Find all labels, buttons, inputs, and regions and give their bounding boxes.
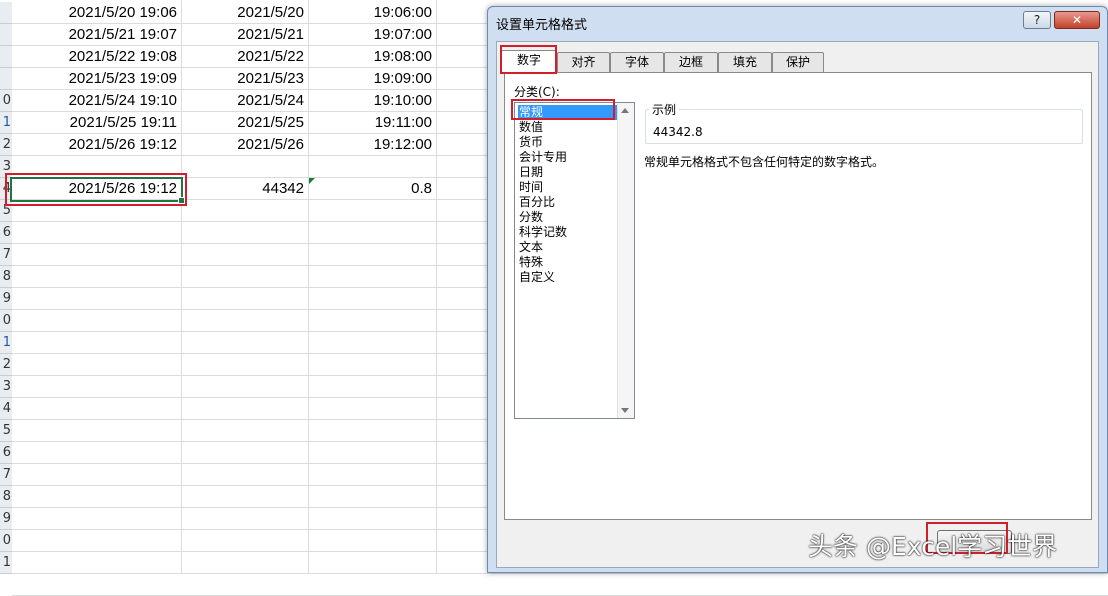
scroll-up-icon[interactable] [621, 108, 629, 113]
category-list[interactable]: 常规 数值 货币 会计专用 日期 时间 百分比 分数 科学记数 文本 特殊 自定义 [514, 102, 635, 419]
row-header[interactable]: 1 [0, 332, 12, 354]
row-header[interactable]: 0 [0, 90, 12, 112]
cell[interactable]: 2021/5/21 [182, 24, 308, 46]
help-button[interactable]: ? [1023, 11, 1051, 29]
cell[interactable]: 2021/5/23 [182, 68, 308, 90]
dialog-body: 数字 对齐 字体 边框 填充 保护 分类(C): 常规 数值 货币 会计专用 日期 时间 百分比 分数科… [496, 41, 1099, 568]
cell[interactable]: 19:11:00 [309, 112, 436, 134]
error-indicator-icon [309, 178, 315, 184]
cell[interactable]: 19:06:00 [309, 2, 436, 24]
cell[interactable]: 2021/5/22 19:08 [12, 46, 181, 68]
cell[interactable]: 19:10:00 [309, 90, 436, 112]
cell[interactable]: 2021/5/26 19:12 [12, 134, 181, 156]
tab-6[interactable]: 保护 [772, 52, 824, 73]
general-category-highlight [511, 99, 615, 120]
row-header[interactable]: 7 [0, 244, 12, 266]
row-header[interactable]: 9 [0, 508, 12, 530]
row-header[interactable] [0, 24, 12, 46]
row-gridline [12, 573, 1108, 574]
watermark: 头条 @Excel学习世界 [808, 532, 1058, 561]
cell[interactable]: 19:09:00 [309, 68, 436, 90]
tab-4[interactable]: 边框 [664, 52, 718, 73]
row-header[interactable] [0, 68, 12, 90]
cell[interactable]: 19:07:00 [309, 24, 436, 46]
row-header[interactable]: 2 [0, 354, 12, 376]
sample-box [645, 109, 1083, 144]
cell[interactable]: 2021/5/24 [182, 90, 308, 112]
cell[interactable]: 2021/5/21 19:07 [12, 24, 181, 46]
row-header[interactable]: 8 [0, 486, 12, 508]
category-scrollbar[interactable] [617, 103, 634, 418]
category-item[interactable]: 数值 [518, 120, 618, 135]
category-label: 分类(C): [514, 85, 560, 99]
row-header[interactable]: 8 [0, 266, 12, 288]
cell[interactable]: 19:08:00 [309, 46, 436, 68]
category-item[interactable]: 时间 [518, 180, 618, 195]
row-header[interactable]: 0 [0, 530, 12, 552]
row-header[interactable]: 4 [0, 398, 12, 420]
row-header[interactable]: 2 [0, 134, 12, 156]
row-header[interactable]: 5 [0, 420, 12, 442]
active-cell-highlight [5, 173, 187, 206]
format-cells-dialog: 设置单元格格式 ? ✕ 数字 对齐 字体 边框 填充 保护 分类(C): 常规 数值 货币 会计… [487, 6, 1108, 573]
row-header[interactable]: 0 [0, 310, 12, 332]
tab-5[interactable]: 填充 [718, 52, 772, 73]
row-header[interactable] [0, 2, 12, 24]
category-item[interactable]: 特殊 [518, 255, 618, 270]
category-item[interactable]: 文本 [518, 240, 618, 255]
cell[interactable]: 2021/5/25 19:11 [12, 112, 181, 134]
row-header[interactable] [0, 46, 12, 68]
scroll-down-icon[interactable] [621, 408, 629, 413]
format-description: 常规单元格格式不包含任何特定的数字格式。 [644, 155, 885, 169]
number-tab-page: 分类(C): 常规 数值 货币 会计专用 日期 时间 百分比 分数 科学记数 文本 特殊 自定义 示例… [504, 72, 1092, 520]
row-header[interactable]: 1 [0, 112, 12, 134]
row-header[interactable]: 7 [0, 464, 12, 486]
cell[interactable]: 44342 [182, 178, 308, 200]
category-item[interactable]: 日期 [518, 165, 618, 180]
category-item[interactable]: 会计专用 [518, 150, 618, 165]
cell[interactable]: 2021/5/24 19:10 [12, 90, 181, 112]
sample-label: 示例 [649, 101, 680, 118]
cell[interactable]: 2021/5/23 19:09 [12, 68, 181, 90]
cell[interactable]: 2021/5/25 [182, 112, 308, 134]
cell[interactable]: 2021/5/20 [182, 2, 308, 24]
tab-2[interactable]: 对齐 [557, 52, 610, 73]
category-item[interactable]: 分数 [518, 210, 618, 225]
category-item[interactable]: 自定义 [518, 270, 618, 285]
row-header[interactable]: 6 [0, 442, 12, 464]
row-header[interactable]: 9 [0, 288, 12, 310]
row-header[interactable]: 6 [0, 222, 12, 244]
number-tab-highlight [500, 45, 557, 74]
row-header[interactable]: 1 [0, 552, 12, 574]
sample-value: 44342.8 [653, 125, 703, 139]
dialog-title: 设置单元格格式 [496, 18, 588, 33]
category-item[interactable]: 百分比 [518, 195, 618, 210]
dialog-titlebar[interactable]: 设置单元格格式 ? ✕ [488, 7, 1107, 37]
column-gridline [436, 0, 437, 573]
category-item[interactable]: 科学记数 [518, 225, 618, 240]
cell[interactable]: 2021/5/22 [182, 46, 308, 68]
cell[interactable]: 2021/5/20 19:06 [12, 2, 181, 24]
category-item[interactable]: 货币 [518, 135, 618, 150]
close-button[interactable]: ✕ [1054, 11, 1100, 29]
row-header[interactable]: 3 [0, 376, 12, 398]
cell[interactable]: 0.8 [309, 178, 436, 200]
cell[interactable]: 2021/5/26 [182, 134, 308, 156]
tab-3[interactable]: 字体 [610, 52, 664, 73]
cell[interactable]: 19:12:00 [309, 134, 436, 156]
